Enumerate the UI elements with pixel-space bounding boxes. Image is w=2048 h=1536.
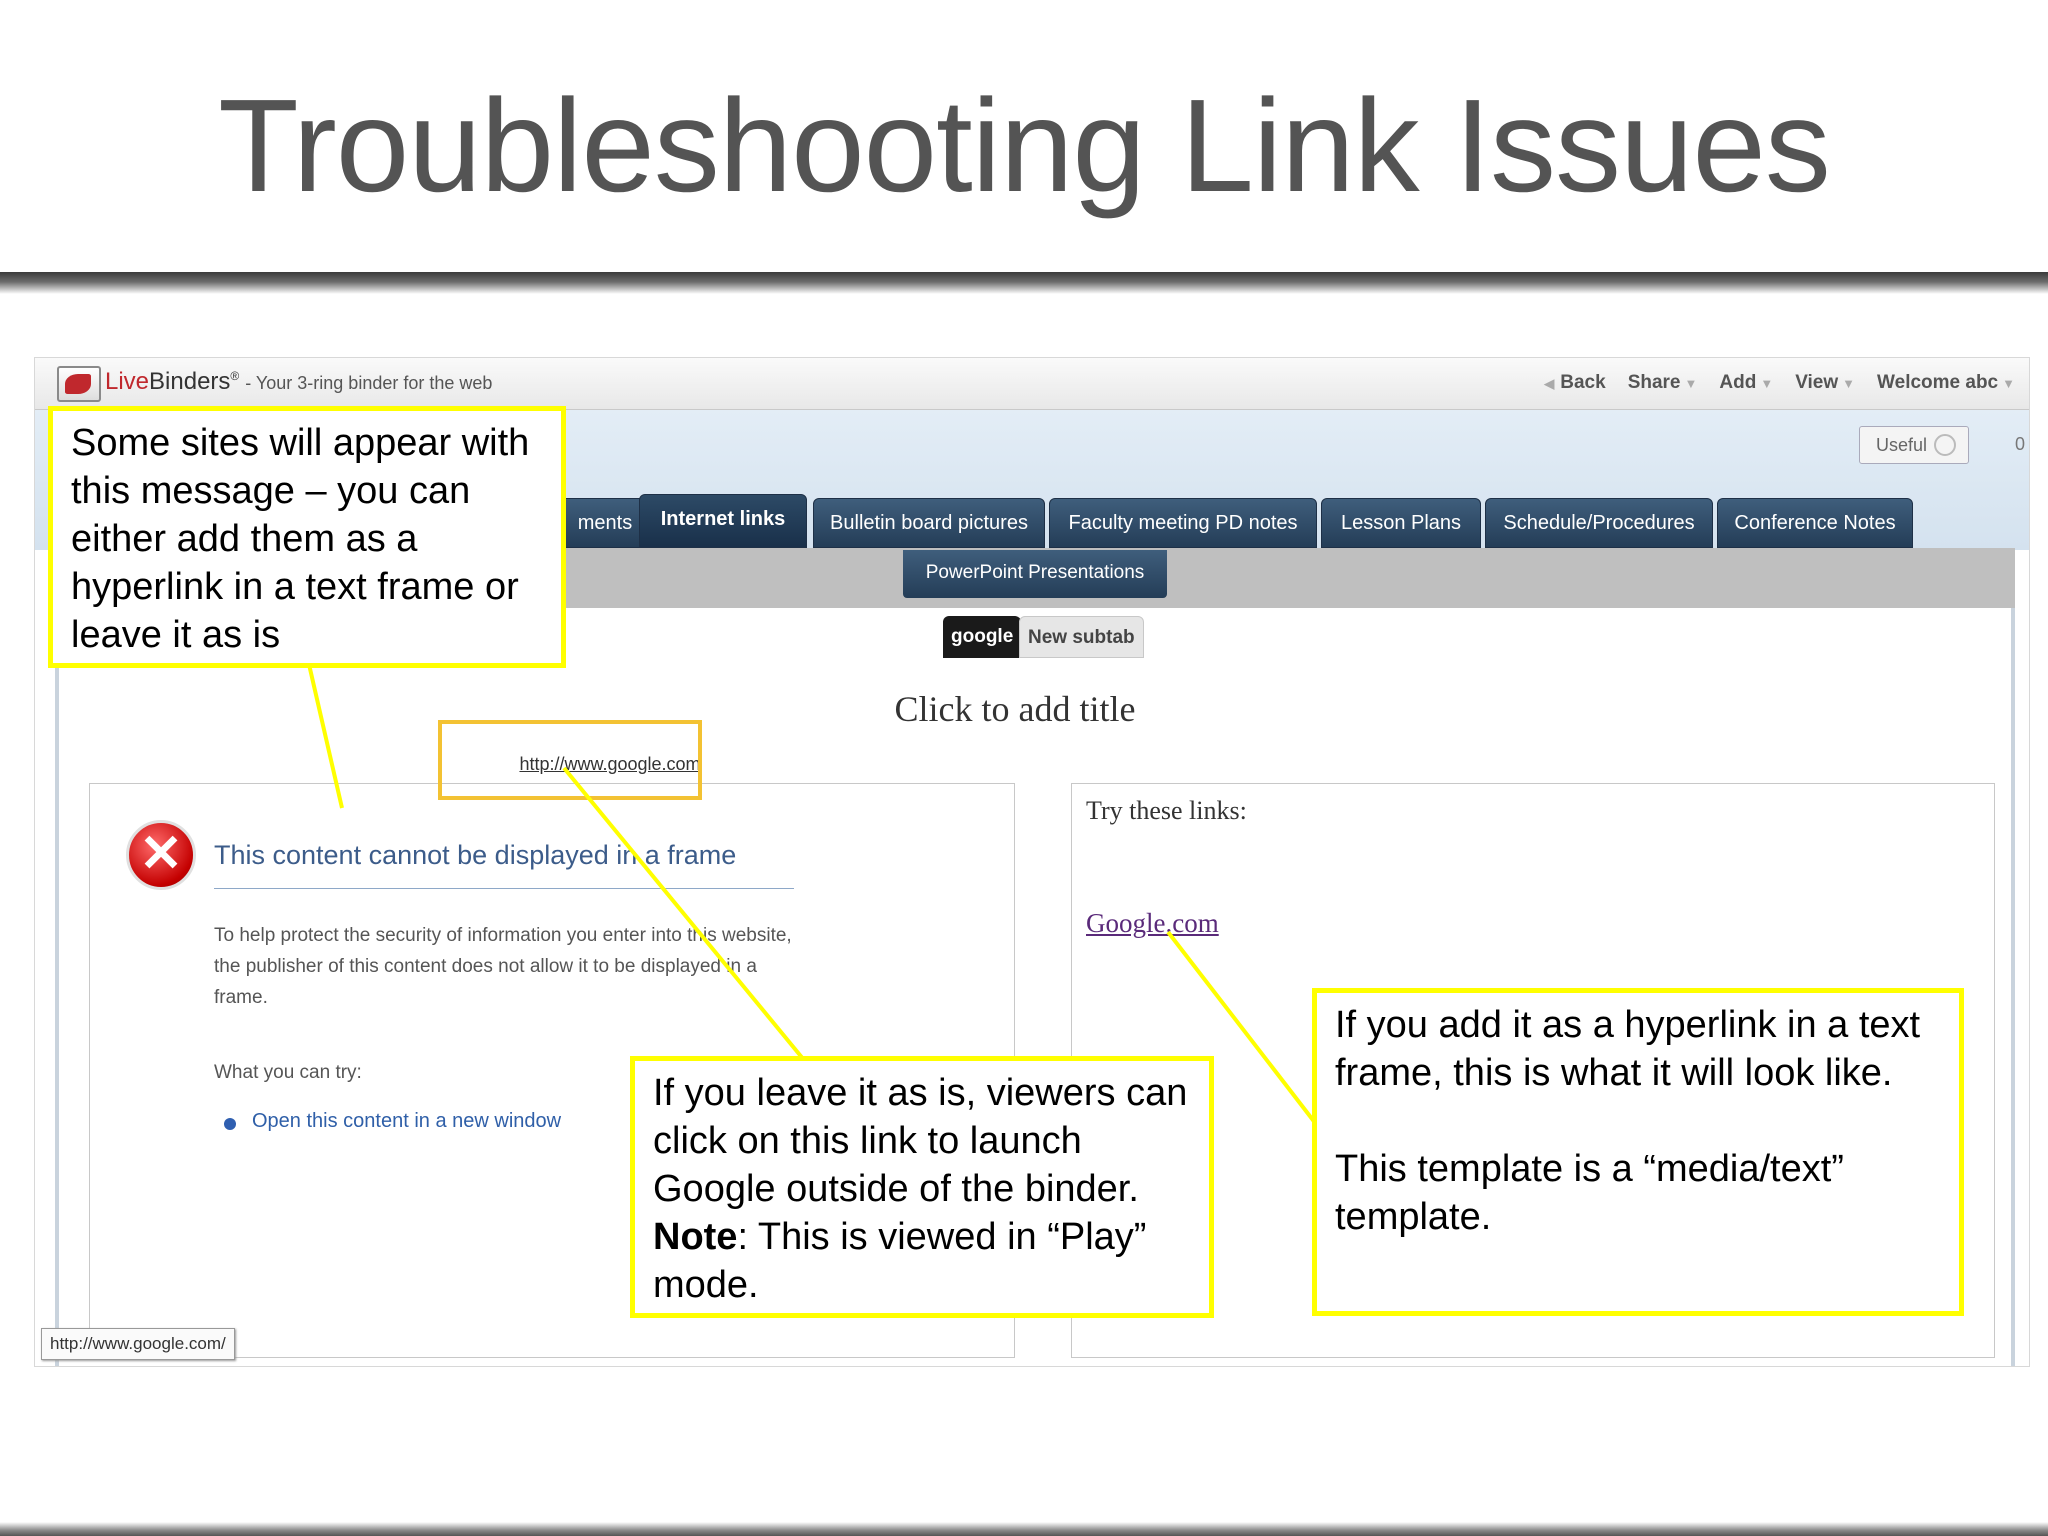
bottom-rule bbox=[0, 1522, 2048, 1536]
callout-top-left: Some sites will appear with this message… bbox=[48, 406, 566, 668]
callout-right: If you add it as a hyperlink in a text f… bbox=[1312, 988, 1964, 1316]
slide: Troubleshooting Link Issues LiveBinders®… bbox=[0, 0, 2048, 1536]
connector-line-middle bbox=[562, 766, 806, 1062]
callout-bottom-middle: If you leave it as is, viewers can click… bbox=[630, 1056, 1214, 1318]
connector-line-top-left bbox=[306, 659, 344, 809]
